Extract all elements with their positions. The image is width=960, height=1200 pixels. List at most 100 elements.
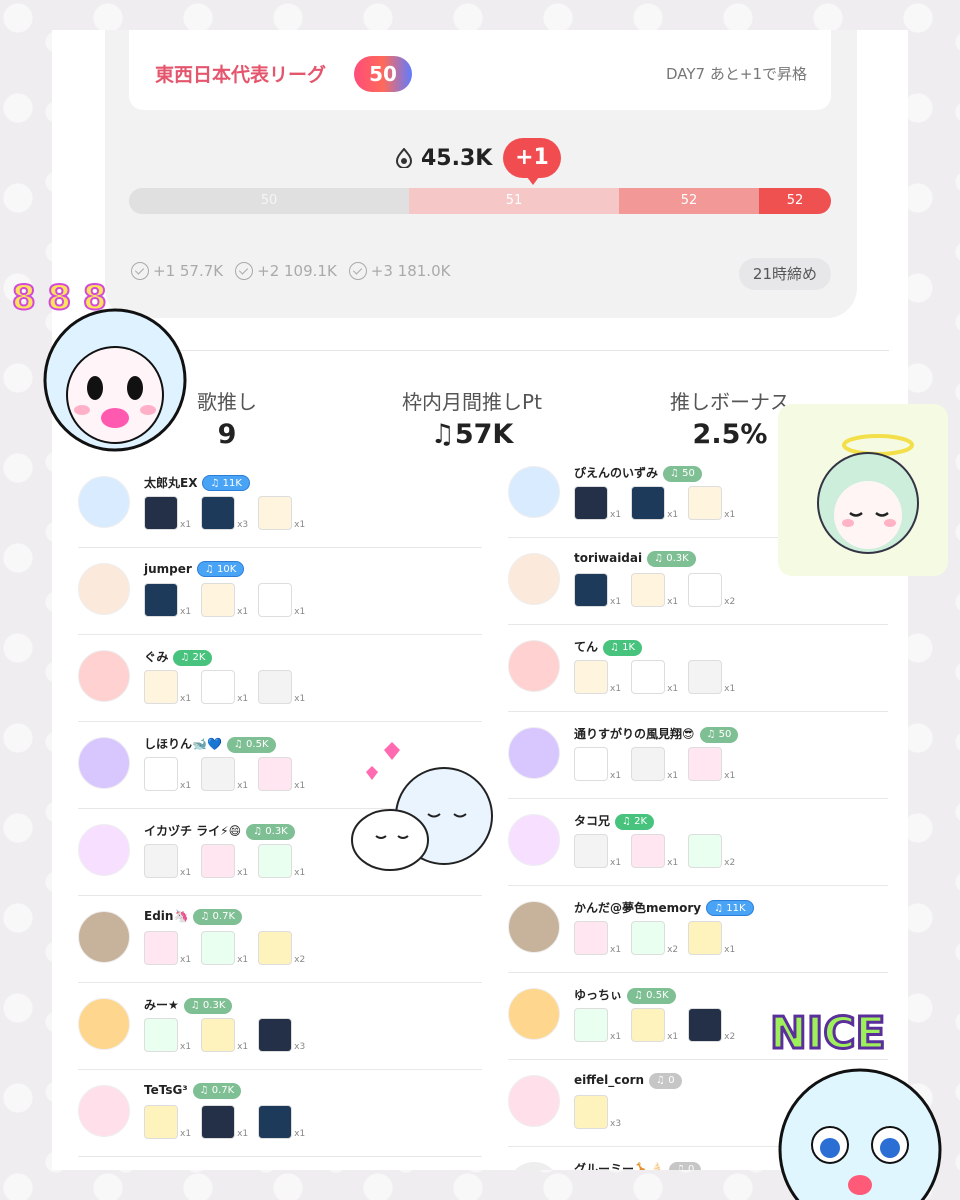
fan-level-value: 11K: [222, 478, 242, 489]
gift-icon: [574, 486, 608, 520]
gift-item: x1: [258, 583, 305, 617]
fan-level-value: 0.3K: [265, 826, 288, 837]
avatar[interactable]: [508, 988, 560, 1040]
gift-item: x1: [631, 747, 678, 781]
fan-level-badge: ♫ 0.7K: [192, 1083, 242, 1099]
avatar[interactable]: [508, 814, 560, 866]
gift-item: x1: [258, 496, 305, 530]
music-note-icon: ♫: [656, 1075, 669, 1086]
fan-row[interactable]: みー★ ♫ 0.3K x1 x1 x3: [78, 982, 482, 1070]
fan-name-text: てん: [574, 640, 599, 654]
fan-row[interactable]: TeTsG³ ♫ 0.7K x1 x1 x1: [78, 1069, 482, 1157]
gift-item: x1: [574, 660, 621, 694]
fan-row[interactable]: タコ兄 ♫ 2K x1 x1 x2: [508, 798, 888, 886]
gift-icon: [144, 844, 178, 878]
gift-icon: [631, 1008, 666, 1042]
avatar[interactable]: [508, 1162, 560, 1170]
avatar[interactable]: [508, 727, 560, 779]
avatar[interactable]: [78, 998, 130, 1050]
gift-count: x1: [294, 781, 306, 791]
fan-row[interactable]: jumper ♫ 10K x1 x1 x1: [78, 547, 482, 635]
gift-icon: [201, 496, 236, 530]
gift-icon: [631, 573, 666, 607]
gift-icon: [574, 573, 608, 607]
league-panel: 東西日本代表リーグ 50 DAY7 あと+1で昇格 45.3K +1 50 51…: [105, 30, 857, 318]
fan-level-badge: ♫ 0.5K: [226, 737, 276, 753]
gift-icon: [574, 747, 608, 781]
gift-count: x1: [237, 1042, 249, 1052]
gift-icon: [258, 757, 293, 791]
avatar[interactable]: [78, 476, 130, 528]
gift-icon: [144, 1018, 178, 1052]
gift-item: x1: [574, 747, 621, 781]
deadline-badge[interactable]: 21時締め: [738, 258, 831, 290]
gift-count: x1: [610, 945, 622, 955]
fan-row[interactable]: かんだ@夢色memory ♫ 11K x1 x2 x1: [508, 885, 888, 973]
gift-count: x1: [667, 1032, 679, 1042]
fan-name: eiffel_corn ♫ 0: [574, 1073, 682, 1089]
gift-item: x1: [631, 834, 678, 868]
fan-name: 太郎丸EX ♫ 11K: [144, 474, 250, 491]
fan-name: ゆっちぃ ♫ 0.5K: [574, 986, 676, 1004]
avatar[interactable]: [508, 901, 560, 953]
fan-name-text: ゆっちぃ: [574, 988, 623, 1002]
nice-text-sticker: NICE: [769, 1007, 888, 1061]
avatar[interactable]: [78, 911, 130, 963]
avatar[interactable]: [78, 824, 130, 876]
fan-name-text: みー★: [144, 998, 179, 1012]
avatar[interactable]: [78, 737, 130, 789]
fan-name: イカヅチ ライ⚡😄 ♫ 0.3K: [144, 822, 295, 840]
gift-icon: [574, 834, 608, 868]
gift-list: x1 x2 x1: [574, 921, 735, 955]
rank-segment: 50: [129, 188, 409, 214]
avatar[interactable]: [508, 553, 560, 605]
gift-icon: [258, 1018, 293, 1052]
gift-item: x2: [688, 834, 735, 868]
gift-count: x1: [667, 771, 679, 781]
music-note-icon: ♫: [199, 1085, 212, 1096]
gift-item: x2: [631, 921, 678, 955]
gift-count: x1: [294, 1129, 306, 1139]
gift-icon: [144, 931, 178, 965]
check-circle-icon: [348, 262, 367, 280]
gift-item: x1: [688, 486, 735, 520]
fan-row[interactable]: 通りすがりの風見翔😎 ♫ 50 x1 x1 x1: [508, 711, 888, 799]
gift-icon: [258, 670, 293, 704]
gift-icon: [201, 583, 236, 617]
gift-item: x1: [201, 757, 248, 791]
gift-count: x2: [724, 597, 736, 607]
gift-item: x1: [258, 1105, 305, 1139]
gift-icon: [574, 1008, 608, 1042]
threshold-label: +2 109.1K: [257, 262, 337, 280]
avatar[interactable]: [78, 563, 130, 615]
fan-row[interactable]: 太郎丸EX ♫ 11K x1 x3 x1: [78, 460, 482, 548]
gift-item: x1: [144, 583, 191, 617]
avatar[interactable]: [508, 640, 560, 692]
fan-row[interactable]: てん ♫ 1K x1 x1 x1: [508, 624, 888, 712]
fan-name: ぐみ ♫ 2K: [144, 648, 213, 666]
fan-row[interactable]: Edin🦄 ♫ 0.7K x1 x1 x2: [78, 895, 482, 983]
gift-count: x2: [294, 955, 306, 965]
fan-level-value: 2K: [192, 652, 206, 663]
gift-list: x1 x3 x1: [144, 496, 305, 530]
score-value: 45.3K: [421, 146, 493, 171]
gift-icon: [201, 670, 236, 704]
avatar[interactable]: [78, 1085, 130, 1137]
fan-name: グルーミー🦒🍦 ♫ 0: [574, 1160, 702, 1170]
avatar[interactable]: [78, 650, 130, 702]
gift-count: x1: [667, 858, 679, 868]
avatar[interactable]: [508, 466, 560, 518]
fan-row[interactable]: ぐみ ♫ 2K x1 x1 x1: [78, 634, 482, 722]
gift-count: x1: [180, 1042, 192, 1052]
gift-item: x1: [258, 670, 305, 704]
fan-level-value: 50: [682, 468, 695, 479]
gift-item: x1: [631, 1008, 678, 1042]
music-note-icon: ♫: [200, 911, 213, 922]
fan-level-badge: ♫ 11K: [202, 475, 250, 491]
fan-level-value: 0: [668, 1075, 675, 1086]
gift-list: x1 x1 x1: [574, 486, 735, 520]
avatar[interactable]: [508, 1075, 560, 1127]
fan-name: jumper ♫ 10K: [144, 561, 245, 577]
gift-item: x1: [258, 844, 305, 878]
stat-monthly-points: 枠内月間推しPt ♫57K: [382, 386, 562, 450]
